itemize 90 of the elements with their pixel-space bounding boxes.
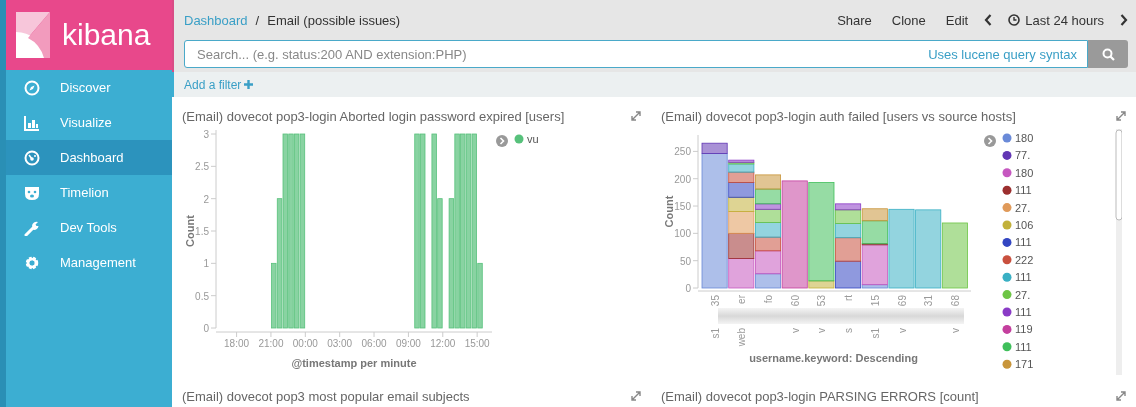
category-label: s — [843, 328, 855, 333]
legend-label[interactable]: 106 — [1015, 219, 1034, 231]
category-label: v — [896, 328, 908, 333]
tick-label: 200 — [674, 173, 691, 185]
tick-label: 0 — [203, 323, 209, 334]
legend-label[interactable]: 111 — [1015, 236, 1032, 249]
category-label: s1 — [869, 328, 881, 339]
expand-icon[interactable] — [631, 111, 641, 121]
expand-icon[interactable] — [1116, 111, 1126, 121]
scrollbar[interactable] — [1115, 129, 1122, 375]
category-label: 53 — [816, 295, 828, 307]
panel-title: (Email) dovecot pop3-login PARSING ERRORS [count] — [661, 388, 980, 404]
expand-icon[interactable] — [631, 391, 641, 401]
tick-label: 15:00 — [464, 338, 490, 349]
nav-icon — [24, 219, 40, 236]
breadcrumb-separator: / — [255, 12, 260, 28]
clock-icon — [1008, 14, 1021, 26]
tick-label: 0.5 — [195, 290, 209, 302]
tick-label: 2 — [203, 193, 209, 205]
search-button[interactable] — [1088, 40, 1128, 68]
legend-label[interactable]: 27. — [1015, 288, 1031, 301]
tick-label: 12:00 — [430, 338, 456, 349]
time-range-button[interactable]: Last 24 hours — [1025, 12, 1104, 28]
search-icon — [1101, 47, 1115, 61]
page-title: Email (possible issues) — [267, 12, 401, 28]
category-label: v — [949, 328, 961, 333]
category-label: fo — [763, 295, 774, 304]
tick-label: 100 — [674, 228, 691, 240]
logo-text: kibana — [62, 18, 151, 52]
legend-label[interactable]: 27. — [1015, 201, 1031, 214]
nav-icon — [24, 254, 40, 271]
legend-toggle-icon[interactable] — [496, 135, 508, 147]
toolbar-button[interactable]: Share — [837, 12, 872, 28]
legend-label[interactable]: 119 — [1015, 323, 1033, 336]
tick-label: 150 — [674, 201, 691, 213]
category-label: 31 — [923, 295, 935, 307]
panel-title: (Email) dovecot pop3 most popular email subjects — [182, 388, 471, 404]
tick-label: 00:00 — [292, 338, 318, 349]
axis-title: @timestamp per minute — [291, 357, 417, 369]
legend-label[interactable]: 111 — [1015, 271, 1032, 284]
legend-label[interactable]: 111 — [1015, 306, 1032, 318]
category-label: rt — [843, 295, 855, 302]
tick-label: 1.5 — [195, 226, 209, 237]
tick-label: 1 — [203, 258, 209, 270]
nav-icon — [24, 149, 40, 166]
legend-label[interactable]: 77. — [1015, 149, 1031, 162]
axis-title: Count — [184, 215, 196, 247]
category-label: 69 — [896, 295, 908, 307]
tick-label: 2.5 — [195, 161, 209, 173]
tick-label: 03:00 — [327, 338, 353, 349]
toolbar-button[interactable]: Clone — [891, 12, 926, 28]
tick-label: 09:00 — [395, 338, 421, 349]
category-label: s1 — [709, 328, 721, 339]
chevron-left-icon[interactable] — [984, 14, 993, 26]
category-label: 35 — [709, 295, 721, 307]
tick-label: 18:00 — [224, 338, 250, 349]
legend-label[interactable]: vu — [527, 133, 539, 145]
axis-title: username.keyword: Descending — [749, 352, 918, 364]
tick-label: 06:00 — [361, 338, 387, 349]
category-label: v — [816, 328, 828, 333]
legend-toggle-icon[interactable] — [984, 135, 996, 147]
category-label: v — [789, 328, 801, 333]
chevron-right-icon[interactable] — [1120, 14, 1128, 26]
logo-icon — [16, 12, 50, 58]
legend-label[interactable]: 222 — [1015, 253, 1034, 266]
panel-title: (Email) dovecot pop3-login auth failed [users vs source hosts] — [661, 108, 1017, 124]
toolbar-button[interactable]: Edit — [945, 12, 969, 28]
axis-title: Count — [663, 195, 675, 228]
category-label: 15 — [869, 295, 881, 307]
nav-icon — [24, 184, 40, 201]
panel-title: (Email) dovecot pop3-login Aborted login password expired [users] — [182, 108, 566, 124]
plus-icon — [244, 80, 254, 89]
tick-label: 0 — [685, 283, 691, 294]
tick-label: 250 — [674, 146, 691, 158]
legend-label[interactable]: 180 — [1015, 132, 1034, 144]
category-label: er — [736, 295, 748, 304]
category-label: 68 — [949, 295, 961, 307]
legend-label[interactable]: 171 — [1015, 358, 1034, 371]
tick-label: 21:00 — [258, 338, 284, 349]
nav-icon — [24, 114, 40, 131]
tick-label: 3 — [203, 129, 209, 140]
legend-label[interactable]: 111 — [1015, 184, 1032, 197]
bar-segment — [941, 222, 968, 289]
category-label: 60 — [789, 295, 801, 307]
nav-icon — [24, 79, 40, 96]
category-label: web — [736, 328, 748, 347]
tick-label: 50 — [679, 255, 691, 267]
legend-label[interactable]: 180 — [1015, 166, 1034, 179]
expand-icon[interactable] — [1116, 391, 1126, 401]
legend-label[interactable]: 111 — [1015, 340, 1032, 353]
